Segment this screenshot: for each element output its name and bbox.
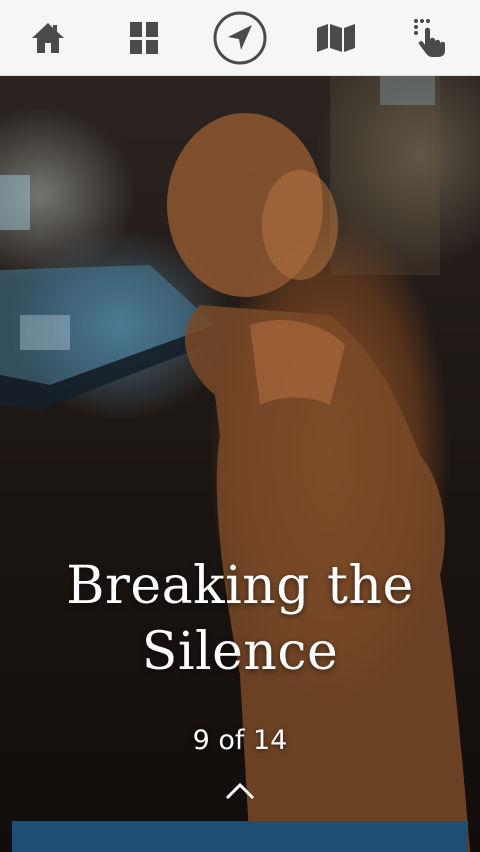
expand-button[interactable] — [220, 775, 260, 807]
grid-icon — [130, 21, 158, 54]
hero-image: Breaking the Silence 9 of 14 — [0, 75, 480, 852]
navigate-button[interactable] — [208, 6, 272, 70]
navigation-arrow-icon — [213, 11, 267, 64]
map-icon — [317, 23, 355, 52]
touch-button[interactable] — [400, 6, 464, 70]
page-counter: 9 of 14 — [192, 725, 288, 756]
home-button[interactable] — [16, 6, 80, 70]
home-icon — [32, 22, 64, 53]
story-title: Breaking the Silence — [66, 556, 414, 682]
grid-button[interactable] — [112, 6, 176, 70]
map-button[interactable] — [304, 6, 368, 70]
top-toolbar — [0, 0, 480, 76]
bottom-drawer-bar[interactable] — [12, 821, 468, 852]
tap-hand-icon — [414, 18, 445, 57]
chevron-up-icon — [225, 782, 255, 800]
